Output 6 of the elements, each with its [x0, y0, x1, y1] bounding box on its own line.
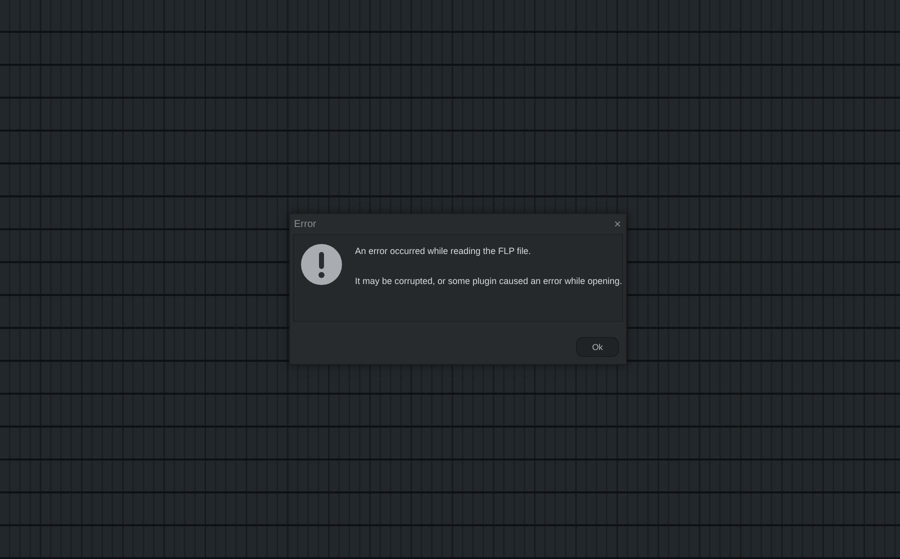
dialog-title: Error	[294, 218, 316, 230]
exclamation-icon	[301, 244, 342, 285]
close-button[interactable]: ×	[614, 217, 621, 231]
message-text: It may be corrupted, or some plugin caused an error while opening.	[355, 276, 622, 286]
message-text: An error occurred while reading the FLP file.	[355, 246, 532, 256]
ok-button[interactable]: Ok	[576, 337, 619, 357]
